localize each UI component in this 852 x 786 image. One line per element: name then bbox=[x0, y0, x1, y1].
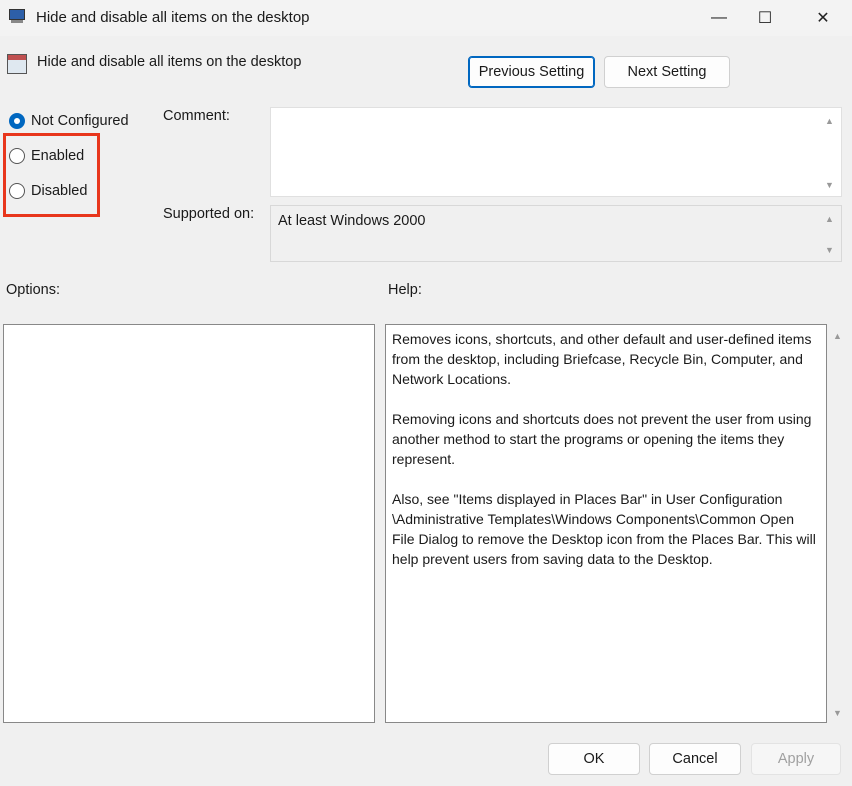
help-paragraph: Removes icons, shortcuts, and other defa… bbox=[392, 331, 812, 387]
policy-icon bbox=[7, 54, 27, 74]
help-paragraph: Also, see "Items displayed in Places Bar… bbox=[392, 491, 816, 567]
radio-not-configured[interactable]: Not Configured bbox=[9, 113, 129, 129]
cancel-button[interactable]: Cancel bbox=[649, 743, 741, 775]
help-label: Help: bbox=[388, 282, 422, 298]
help-panel: Removes icons, shortcuts, and other defa… bbox=[385, 324, 827, 723]
radio-label: Not Configured bbox=[31, 113, 129, 129]
options-label: Options: bbox=[6, 282, 60, 298]
radio-selected-icon bbox=[9, 113, 25, 129]
highlight-box bbox=[3, 133, 100, 217]
previous-setting-button[interactable]: Previous Setting bbox=[468, 56, 595, 88]
scroll-down-icon[interactable]: ▼ bbox=[825, 245, 834, 255]
scroll-up-icon[interactable]: ▲ bbox=[825, 116, 834, 126]
comment-input[interactable] bbox=[270, 107, 842, 197]
app-icon bbox=[9, 9, 27, 25]
scroll-up-icon[interactable]: ▲ bbox=[825, 214, 834, 224]
ok-button[interactable]: OK bbox=[548, 743, 640, 775]
comment-label: Comment: bbox=[163, 108, 230, 124]
window-title: Hide and disable all items on the deskto… bbox=[36, 9, 310, 26]
apply-button[interactable]: Apply bbox=[751, 743, 841, 775]
maximize-button[interactable]: ☐ bbox=[742, 4, 788, 32]
scroll-up-icon[interactable]: ▲ bbox=[833, 331, 842, 341]
scroll-down-icon[interactable]: ▼ bbox=[825, 180, 834, 190]
minimize-button[interactable]: — bbox=[696, 4, 742, 32]
supported-value: At least Windows 2000 bbox=[278, 213, 426, 229]
next-setting-button[interactable]: Next Setting bbox=[604, 56, 730, 88]
help-paragraph: Removing icons and shortcuts does not pr… bbox=[392, 411, 812, 467]
close-button[interactable]: ✕ bbox=[800, 4, 846, 32]
setting-name: Hide and disable all items on the deskto… bbox=[37, 54, 302, 70]
options-panel bbox=[3, 324, 375, 723]
scroll-down-icon[interactable]: ▼ bbox=[833, 708, 842, 718]
supported-label: Supported on: bbox=[163, 206, 255, 222]
